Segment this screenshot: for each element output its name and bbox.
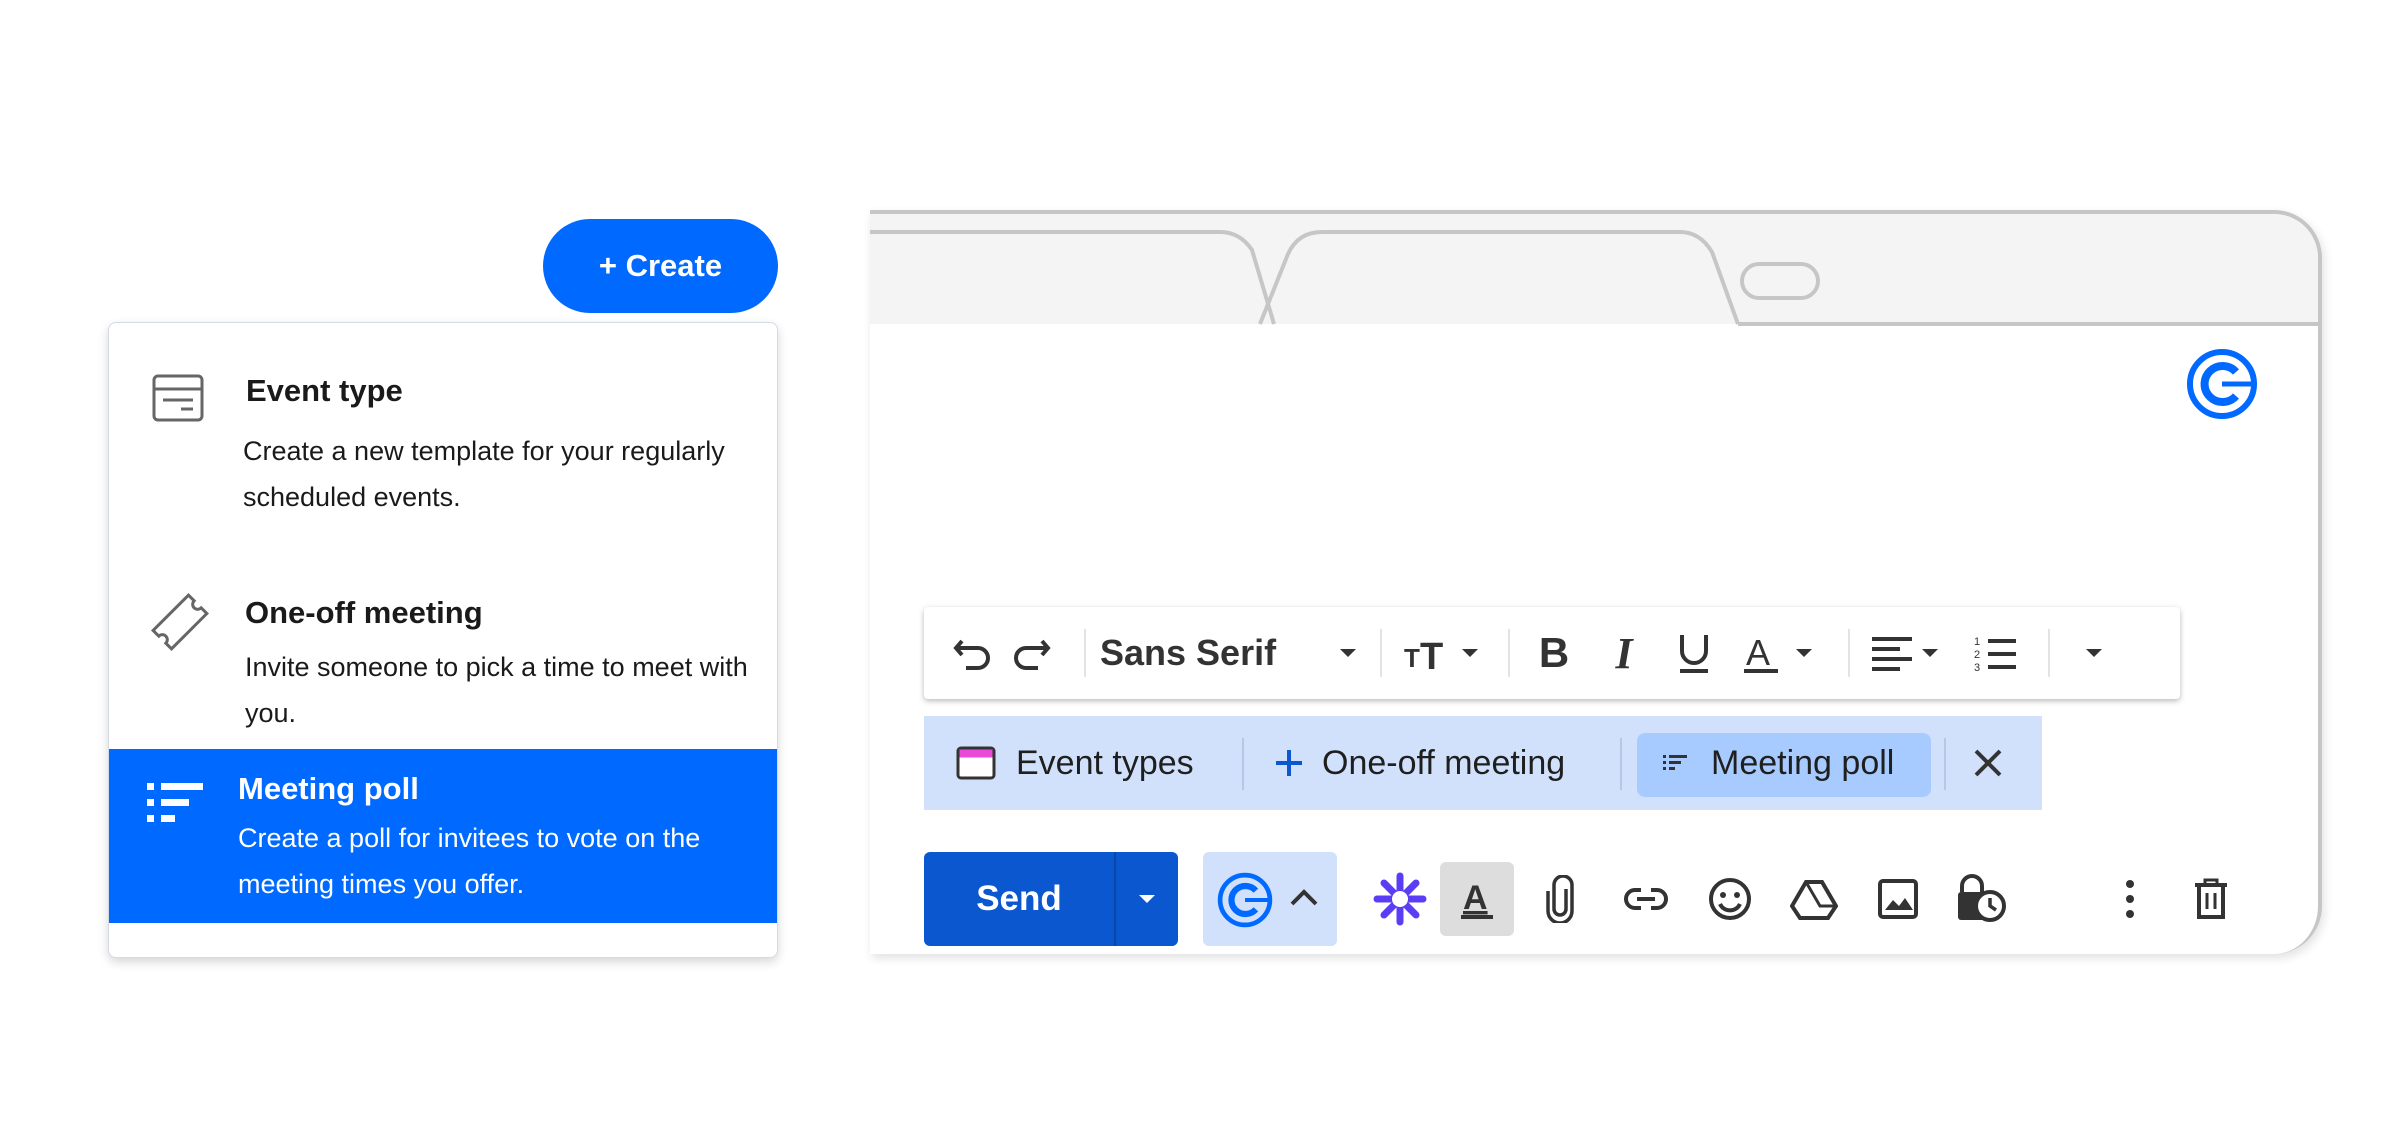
meeting-poll-chip-content: Meeting poll	[1637, 716, 1931, 810]
svg-text:A: A	[1746, 632, 1770, 673]
more-options-icon[interactable]	[2110, 852, 2150, 946]
trash-icon[interactable]	[2186, 852, 2236, 946]
poll-list-icon	[147, 781, 205, 830]
svg-text:T: T	[1404, 643, 1420, 673]
close-strip-button[interactable]	[1972, 716, 2004, 810]
svg-text:A: A	[1463, 879, 1488, 917]
numbered-list-icon[interactable]: 123	[1964, 607, 2028, 699]
meeting-poll-label: Meeting poll	[1711, 743, 1895, 782]
send-options-chevron-icon[interactable]	[1116, 852, 1178, 946]
menu-item-event-type[interactable]: Event type Create a new template for you…	[109, 323, 777, 553]
ticket-icon	[145, 589, 215, 660]
poll-list-icon	[1663, 754, 1687, 772]
create-menu: Event type Create a new template for you…	[108, 322, 778, 958]
svg-text:3: 3	[1974, 662, 1980, 673]
close-icon	[1972, 747, 2004, 779]
calendar-icon	[956, 746, 996, 780]
menu-item-desc: Invite someone to pick a time to meet wi…	[245, 652, 748, 728]
menu-item-desc: Create a poll for invitees to vote on th…	[238, 823, 701, 899]
meeting-poll-button[interactable]: Meeting poll	[1663, 716, 1894, 810]
lock-clock-icon[interactable]	[1946, 852, 2016, 946]
menu-item-meeting-poll[interactable]: Meeting poll Create a poll for invitees …	[109, 749, 777, 923]
event-types-label: Event types	[1016, 743, 1194, 782]
attach-icon[interactable]	[1534, 852, 1586, 946]
calendly-logo-icon	[1217, 872, 1273, 933]
link-icon[interactable]	[1616, 852, 1676, 946]
create-button[interactable]: + Create	[543, 219, 778, 313]
chevron-down-icon[interactable]	[1330, 607, 1366, 699]
send-label: Send	[976, 879, 1062, 918]
image-icon[interactable]	[1868, 852, 1928, 946]
event-type-icon	[151, 373, 205, 428]
formatting-icon[interactable]: A	[1440, 852, 1514, 946]
text-color-icon[interactable]: A	[1734, 607, 1834, 699]
undo-icon[interactable]	[944, 607, 1000, 699]
event-types-button[interactable]: Event types	[956, 716, 1194, 810]
send-button[interactable]: Send	[924, 852, 1178, 946]
align-icon[interactable]	[1860, 607, 1960, 699]
plus-icon	[1274, 748, 1304, 778]
sparkle-icon[interactable]	[1370, 852, 1430, 946]
font-size-icon[interactable]: TT	[1394, 607, 1494, 699]
compose-window-frame	[870, 210, 2322, 954]
menu-item-desc: Create a new template for your regularly…	[243, 436, 725, 512]
menu-item-title: Meeting poll	[238, 771, 419, 806]
underline-icon[interactable]	[1662, 607, 1726, 699]
browser-tab-strip	[870, 214, 2318, 326]
stage: + Create Event type Create a new templat…	[0, 0, 2400, 1140]
menu-item-one-off-meeting[interactable]: One-off meeting Invite someone to pick a…	[109, 553, 777, 739]
emoji-icon[interactable]	[1700, 852, 1760, 946]
one-off-meeting-label: One-off meeting	[1322, 743, 1566, 782]
chevron-up-icon	[1289, 886, 1319, 913]
drive-icon[interactable]	[1784, 852, 1844, 946]
bold-icon[interactable]: B	[1522, 607, 1586, 699]
one-off-meeting-button[interactable]: One-off meeting	[1274, 716, 1565, 810]
menu-item-title: Event type	[246, 373, 403, 408]
svg-text:1: 1	[1974, 636, 1980, 648]
more-formatting-icon[interactable]	[2064, 607, 2124, 699]
font-family-select[interactable]: Sans Serif	[1100, 607, 1340, 699]
svg-text:2: 2	[1974, 649, 1980, 661]
calendly-logo-icon[interactable]	[2186, 348, 2258, 425]
italic-icon[interactable]: I	[1592, 607, 1656, 699]
formatting-toolbar: Sans Serif TT B I A 123	[924, 607, 2180, 699]
svg-text:T: T	[1420, 636, 1443, 673]
font-family-value: Sans Serif	[1100, 632, 1277, 673]
redo-icon[interactable]	[1004, 607, 1060, 699]
menu-item-title: One-off meeting	[245, 595, 483, 630]
calendly-compose-button[interactable]	[1203, 852, 1337, 946]
